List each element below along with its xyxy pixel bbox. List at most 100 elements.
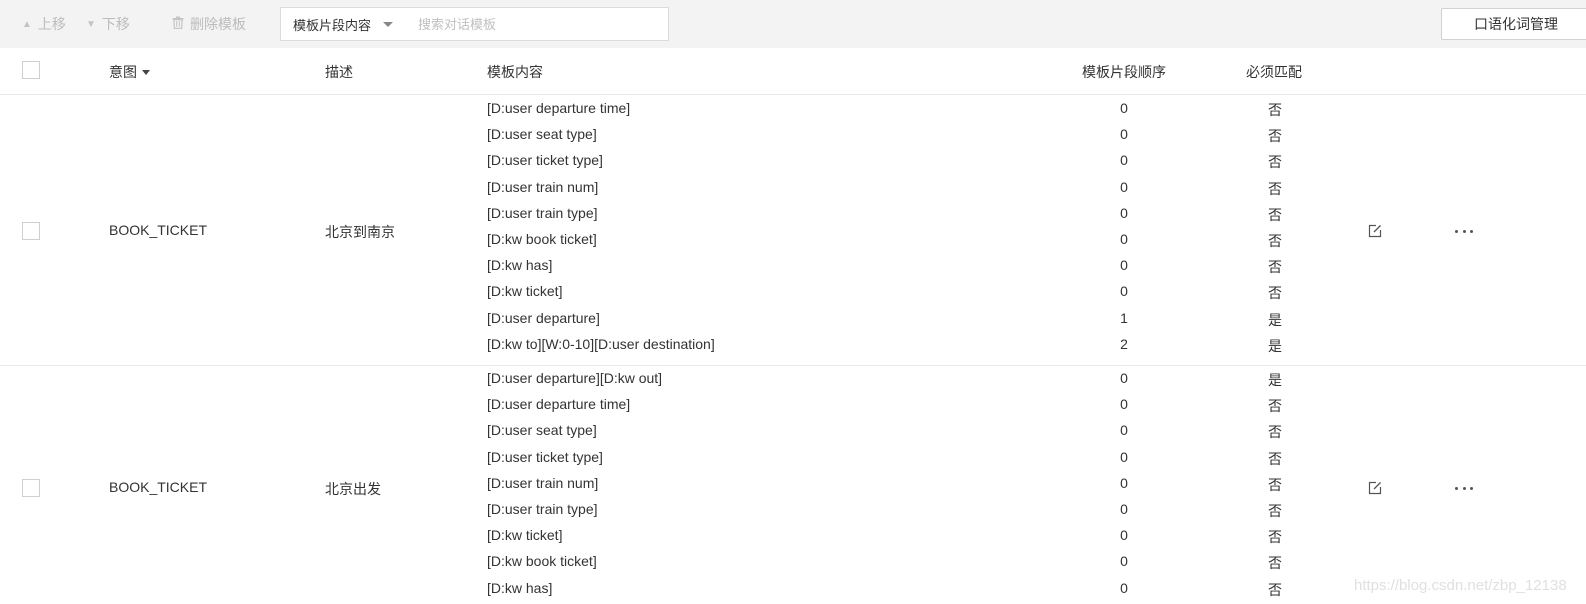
intent-column-header[interactable]: 意图 — [109, 62, 150, 82]
segment-must-cell: 否 — [1268, 581, 1282, 598]
table-row: BOOK_TICKET 北京出发 [D:user departure][D:kw o… — [0, 366, 1586, 604]
template-segment: [D:user train type] 0 否 — [0, 201, 1586, 227]
template-segment: [D:kw to][W:0-10][D:user destination] 2 是 — [0, 332, 1586, 358]
edit-icon[interactable] — [1367, 480, 1383, 496]
segment-order-cell: 0 — [1120, 553, 1128, 570]
delete-template-button[interactable]: 删除模板 — [172, 14, 246, 34]
template-segment: [D:user ticket type] 0 否 — [0, 148, 1586, 174]
segment-must-cell: 否 — [1268, 555, 1282, 572]
segment-content-cell: [D:user seat type] — [487, 422, 597, 439]
segment-order-cell: 0 — [1120, 501, 1128, 517]
order-column-header: 模板片段顺序 — [1082, 64, 1166, 80]
segment-content-cell: [D:user departure time] — [487, 396, 631, 413]
template-segment: [D:user departure time] 0 否 — [0, 392, 1586, 418]
move-down-label: 下移 — [101, 16, 130, 32]
segment-content-cell: [D:user seat type] — [487, 126, 597, 143]
segment-order-cell: 0 — [1120, 448, 1128, 465]
template-segment: [D:user seat type] 0 否 — [0, 122, 1586, 148]
segment-must-cell: 是 — [1268, 337, 1282, 354]
segment-must-cell: 是 — [1268, 372, 1282, 388]
segment-must-cell: 否 — [1268, 529, 1282, 546]
segment-content-cell: [D:user departure] — [487, 309, 600, 326]
filter-select-value: 模板片段内容 — [293, 17, 372, 33]
sort-caret-icon — [142, 70, 150, 75]
segment-content-cell: [D:user ticket type] — [487, 152, 603, 169]
segment-order-cell: 0 — [1120, 204, 1128, 221]
segment-order-cell: 0 — [1120, 527, 1128, 544]
segment-content-cell: [D:user departure time] — [487, 100, 631, 116]
move-down-button[interactable]: ▼ 下移 — [86, 14, 130, 34]
template-segment: [D:kw has] 0 否 — [0, 253, 1586, 279]
segment-must-cell: 否 — [1268, 285, 1282, 302]
delete-template-label: 删除模板 — [190, 16, 246, 32]
segment-order-cell: 0 — [1120, 126, 1128, 143]
segment-order-cell: 0 — [1120, 396, 1128, 413]
segment-order-cell: 0 — [1120, 579, 1128, 596]
edit-icon[interactable] — [1367, 223, 1383, 239]
desc-column-header: 描述 — [325, 64, 353, 80]
filter-select[interactable]: 模板片段内容 — [280, 7, 406, 41]
move-up-label: 上移 — [37, 16, 66, 32]
table-row: BOOK_TICKET 北京到南京 [D:user departure time] 0… — [0, 96, 1586, 366]
segment-content-cell: [D:kw has] — [487, 257, 553, 274]
template-segment: [D:kw ticket] 0 否 — [0, 523, 1586, 549]
template-segment: [D:user departure time] 0 否 — [0, 96, 1586, 122]
template-segment: [D:user departure][D:kw out] 0 是 — [0, 366, 1586, 392]
select-all-checkbox[interactable] — [22, 61, 40, 79]
segment-must-cell: 否 — [1268, 154, 1282, 171]
segment-must-cell: 否 — [1268, 180, 1282, 197]
watermark: https://blog.csdn.net/zbp_12138 — [1354, 577, 1567, 594]
segment-must-cell: 否 — [1268, 102, 1282, 118]
segment-content-cell: [D:kw has] — [487, 579, 553, 596]
colloquial-word-manage-button[interactable]: 口语化词管理 — [1441, 8, 1586, 40]
toolbar: ▲ 上移 ▼ 下移 删除模板 模板片段内容 口语化词管理 — [0, 0, 1586, 48]
segment-must-cell: 否 — [1268, 259, 1282, 276]
segment-content-cell: [D:user ticket type] — [487, 448, 603, 465]
segment-order-cell: 0 — [1120, 257, 1128, 274]
segment-content-cell: [D:user departure][D:kw out] — [487, 370, 663, 386]
segment-must-cell: 否 — [1268, 233, 1282, 249]
must-match-column-header: 必须匹配 — [1246, 64, 1302, 80]
more-icon[interactable] — [1455, 228, 1473, 234]
search-input[interactable] — [405, 7, 669, 41]
template-segment: [D:kw book ticket] 0 否 — [0, 549, 1586, 575]
segment-order-cell: 0 — [1120, 231, 1128, 247]
segment-must-cell: 否 — [1268, 128, 1282, 145]
template-segment: [D:kw book ticket] 0 否 — [0, 227, 1586, 253]
segment-must-cell: 否 — [1268, 398, 1282, 415]
intent-header-label: 意图 — [109, 64, 137, 80]
content-column-header: 模板内容 — [487, 64, 543, 80]
segment-order-cell: 1 — [1120, 309, 1128, 326]
segment-content-cell: [D:user train num] — [487, 474, 599, 491]
template-segment: [D:user seat type] 0 否 — [0, 418, 1586, 444]
template-segment: [D:user train type] 0 否 — [0, 497, 1586, 523]
caret-up-icon: ▲ — [22, 18, 32, 30]
segment-order-cell: 0 — [1120, 178, 1128, 195]
template-segment: [D:user departure] 1 是 — [0, 306, 1586, 332]
template-segment: [D:user train num] 0 否 — [0, 471, 1586, 497]
segment-content-cell: [D:kw book ticket] — [487, 231, 597, 247]
segment-order-cell: 0 — [1120, 100, 1128, 116]
segment-must-cell: 否 — [1268, 424, 1282, 441]
segment-content-cell: [D:user train type] — [487, 204, 598, 221]
template-segment: [D:user ticket type] 0 否 — [0, 445, 1586, 471]
segment-content-cell: [D:kw ticket] — [487, 527, 563, 544]
segment-order-cell: 0 — [1120, 370, 1128, 386]
table-header: 意图 描述 模板内容 模板片段顺序 必须匹配 — [0, 48, 1586, 95]
segment-content-cell: [D:kw to][W:0-10][D:user destination] — [487, 335, 715, 352]
segment-order-cell: 0 — [1120, 152, 1128, 169]
segment-content-cell: [D:user train num] — [487, 178, 599, 195]
segment-order-cell: 2 — [1120, 335, 1128, 352]
segment-must-cell: 否 — [1268, 450, 1282, 467]
segment-order-cell: 0 — [1120, 283, 1128, 300]
segment-must-cell: 否 — [1268, 206, 1282, 223]
move-up-button[interactable]: ▲ 上移 — [22, 14, 66, 34]
segment-must-cell: 是 — [1268, 311, 1282, 328]
trash-icon — [172, 16, 184, 32]
segment-order-cell: 0 — [1120, 422, 1128, 439]
segment-content-cell: [D:kw ticket] — [487, 283, 563, 300]
template-segment: [D:kw ticket] 0 否 — [0, 279, 1586, 305]
template-segment: [D:user train num] 0 否 — [0, 175, 1586, 201]
more-icon[interactable] — [1455, 485, 1473, 491]
segment-order-cell: 0 — [1120, 474, 1128, 491]
